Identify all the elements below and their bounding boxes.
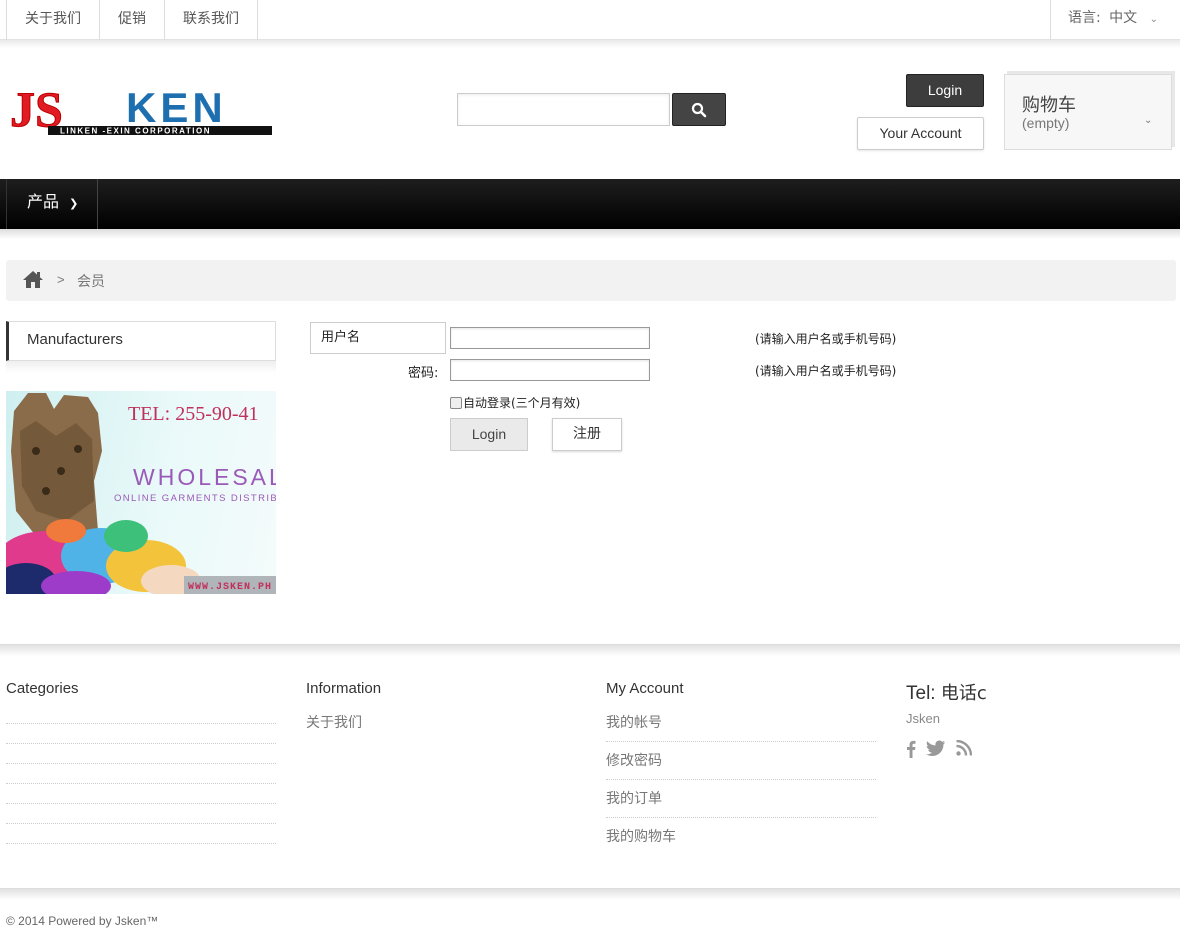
- footer-categories-title: Categories: [6, 680, 79, 697]
- banner-url: WWW.JSKEN.PH: [188, 582, 272, 593]
- footer-link-my-account[interactable]: 我的帐号: [606, 712, 662, 732]
- home-icon[interactable]: [22, 270, 44, 292]
- site-logo[interactable]: JS KEN LINKEN -EXIN CORPORATION: [8, 81, 274, 138]
- chevron-down-icon: ⌄: [1144, 115, 1153, 126]
- copyright: © 2014 Powered by Jsken™: [6, 914, 159, 928]
- top-link-about[interactable]: 关于我们: [7, 0, 100, 40]
- account-divider: [606, 741, 876, 742]
- facebook-icon[interactable]: [906, 740, 916, 758]
- footer-company: Jsken: [906, 711, 940, 726]
- auto-login-checkbox[interactable]: [450, 396, 462, 409]
- logo-graphic: JS KEN LINKEN -EXIN CORPORATION: [10, 81, 272, 138]
- logo-ken: KEN: [126, 84, 227, 131]
- category-divider: [6, 723, 276, 724]
- footer-divider: [0, 644, 1180, 656]
- nav-item-label: 产品: [27, 192, 60, 211]
- footer-information-title: Information: [306, 680, 382, 697]
- tel-label: Tel:: [906, 683, 936, 704]
- language-value: 中文: [1109, 10, 1138, 26]
- top-links: 关于我们 促销 联系我们: [6, 0, 258, 40]
- language-selector[interactable]: 语言: 中文 ⌄: [1050, 0, 1180, 40]
- category-divider: [6, 803, 276, 804]
- banner-graphic: TEL: 255-90-41 WHOLESALE ONLINE GARMENTS…: [6, 393, 276, 594]
- header-login-button[interactable]: Login: [906, 74, 984, 107]
- footer-link-my-cart[interactable]: 我的购物车: [606, 826, 676, 846]
- account-divider: [606, 817, 876, 818]
- register-button[interactable]: 注册: [552, 418, 622, 451]
- logo-tagline: LINKEN -EXIN CORPORATION: [60, 127, 211, 136]
- login-button[interactable]: Login: [450, 418, 528, 451]
- topbar-shadow: [0, 40, 1180, 48]
- password-hint: (请输入用户名或手机号码): [755, 364, 897, 378]
- chevron-down-icon: ❯: [69, 197, 79, 210]
- footer-link-about[interactable]: 关于我们: [306, 712, 362, 732]
- wholesale-banner[interactable]: TEL: 255-90-41 WHOLESALE ONLINE GARMENTS…: [6, 391, 276, 594]
- tel-value: 电话c: [940, 683, 987, 704]
- twitter-icon[interactable]: [926, 740, 946, 756]
- main-nav: 产品 ❯: [0, 179, 1180, 229]
- nav-shadow: [0, 229, 1180, 239]
- your-account-button[interactable]: Your Account: [857, 117, 984, 150]
- breadcrumb-separator: >: [57, 272, 65, 287]
- footer-tel: Tel: 电话c: [906, 679, 987, 705]
- category-divider: [6, 763, 276, 764]
- password-label: 密码:: [408, 366, 439, 381]
- language-label: 语言:: [1068, 10, 1101, 26]
- top-link-promotions[interactable]: 促销: [100, 0, 165, 40]
- username-input[interactable]: [450, 327, 650, 349]
- shopping-cart[interactable]: 购物车 (empty) ⌄: [1004, 74, 1172, 150]
- social-links: [906, 740, 972, 758]
- breadcrumb-current: 会员: [77, 274, 105, 290]
- search-icon: [691, 102, 707, 117]
- nav-item-products[interactable]: 产品 ❯: [6, 179, 98, 229]
- footer-link-my-orders[interactable]: 我的订单: [606, 788, 662, 808]
- password-input[interactable]: [450, 359, 650, 381]
- account-divider: [606, 779, 876, 780]
- category-divider: [6, 783, 276, 784]
- auto-login-label: 自动登录(三个月有效): [463, 396, 581, 410]
- bottom-divider: [0, 888, 1180, 900]
- username-hint: (请输入用户名或手机号码): [755, 332, 897, 346]
- banner-subline: ONLINE GARMENTS DISTRIBUTOR: [114, 493, 276, 504]
- search-button[interactable]: [672, 93, 726, 126]
- cart-status: (empty): [1022, 115, 1070, 131]
- footer-link-change-password[interactable]: 修改密码: [606, 750, 662, 770]
- username-label: 用户名: [310, 322, 446, 354]
- auto-login-option[interactable]: 自动登录(三个月有效): [450, 394, 580, 411]
- manufacturers-block[interactable]: Manufacturers: [6, 321, 276, 361]
- footer-account-title: My Account: [606, 680, 684, 697]
- top-link-contact[interactable]: 联系我们: [165, 0, 258, 40]
- chevron-down-icon: ⌄: [1149, 14, 1159, 25]
- breadcrumb: > 会员: [6, 260, 1176, 301]
- search-input[interactable]: [457, 93, 670, 126]
- cart-title: 购物车: [1022, 95, 1076, 116]
- category-divider: [6, 823, 276, 824]
- banner-headline: WHOLESALE: [133, 464, 276, 490]
- manufacturers-shadow: [6, 361, 276, 373]
- rss-icon[interactable]: [956, 740, 972, 756]
- category-divider: [6, 743, 276, 744]
- category-divider: [6, 843, 276, 844]
- top-bar: 关于我们 促销 联系我们 语言: 中文 ⌄: [0, 0, 1180, 40]
- banner-tel: TEL: 255-90-41: [128, 403, 259, 425]
